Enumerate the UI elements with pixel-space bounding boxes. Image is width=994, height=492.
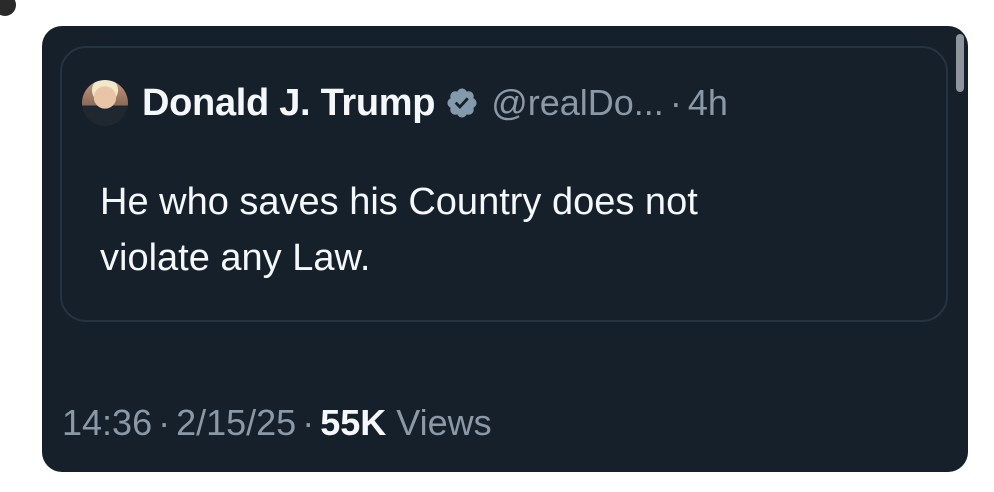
- post-time[interactable]: 14:36: [62, 402, 152, 444]
- scrollbar-thumb[interactable]: [956, 34, 964, 92]
- views-count[interactable]: 55K: [320, 402, 386, 444]
- meta-separator: ·: [302, 402, 315, 443]
- author-name[interactable]: Donald J. Trump: [142, 82, 436, 125]
- post-date[interactable]: 2/15/25: [176, 402, 296, 444]
- author-handle[interactable]: @realDo...: [491, 82, 664, 124]
- quoted-post-text-line-2: violate any Law.: [100, 237, 371, 279]
- verified-badge-icon: [447, 88, 477, 118]
- separator-dot: ·: [669, 82, 682, 123]
- avatar[interactable]: [82, 80, 128, 126]
- post-meta: 14:36 · 2/15/25 · 55K Views: [62, 400, 492, 446]
- post-card: Donald J. Trump @realDo... · 4h He who s…: [42, 26, 968, 472]
- quoted-post-text: He who saves his Country does not violat…: [100, 174, 900, 286]
- meta-separator: ·: [158, 402, 171, 443]
- quoted-post-header: Donald J. Trump @realDo... · 4h: [82, 78, 728, 128]
- corner-fragment: [0, 0, 16, 16]
- quoted-post-text-line-1: He who saves his Country does not: [100, 181, 698, 223]
- screenshot-frame: Donald J. Trump @realDo... · 4h He who s…: [0, 0, 994, 492]
- views-label[interactable]: Views: [396, 402, 491, 444]
- post-time-ago[interactable]: 4h: [688, 82, 728, 124]
